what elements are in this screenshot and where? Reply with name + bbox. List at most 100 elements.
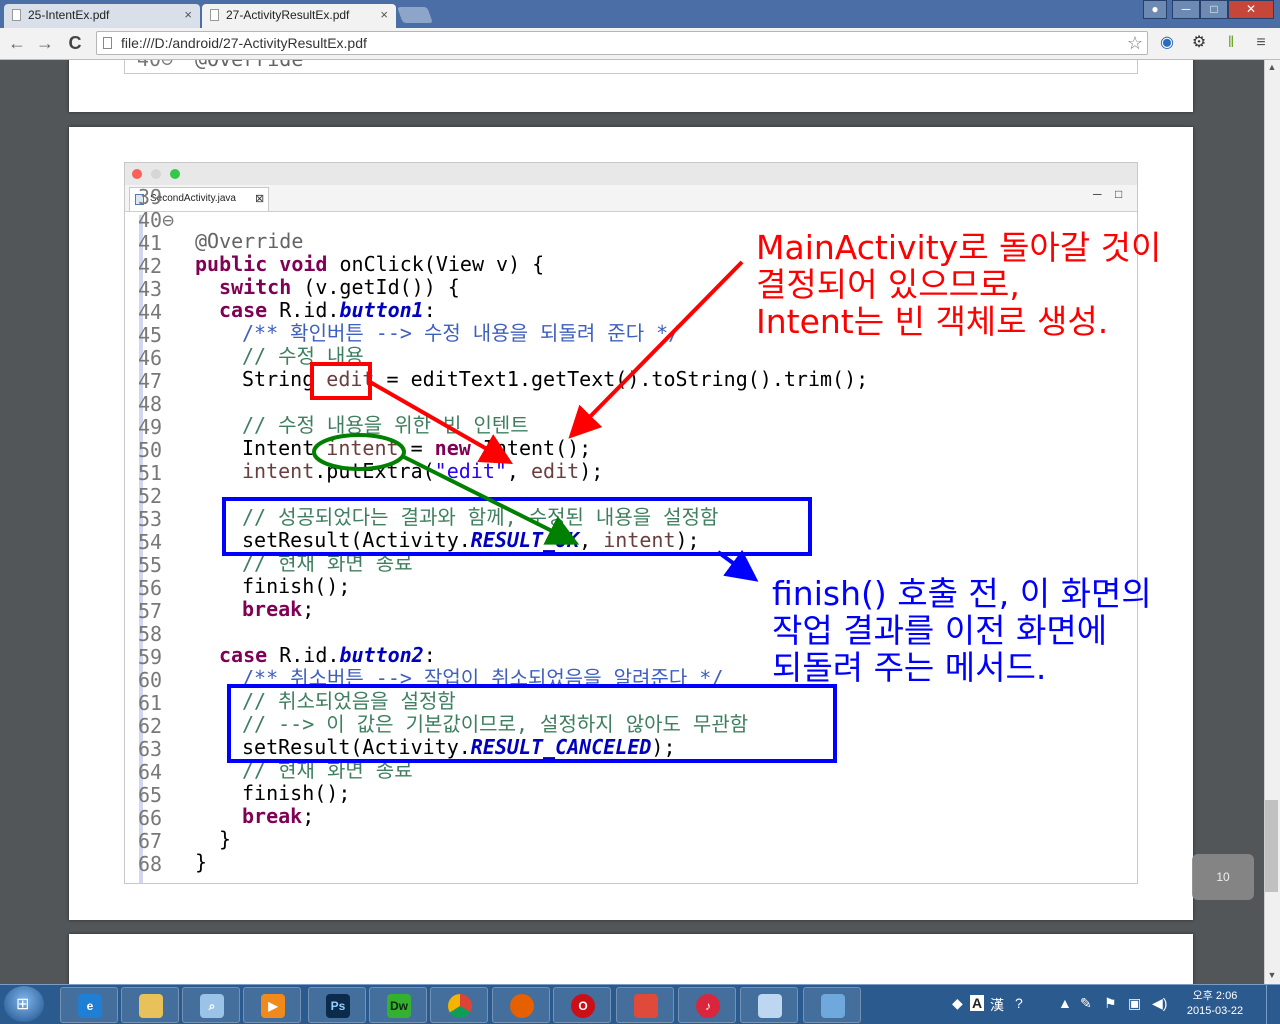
document-icon bbox=[210, 9, 219, 21]
new-tab-button[interactable] bbox=[397, 7, 433, 23]
notepad-icon bbox=[758, 994, 782, 1018]
volume-icon[interactable]: ◀) bbox=[1152, 995, 1167, 1012]
user-profile-icon[interactable]: ● bbox=[1143, 0, 1167, 19]
clock-time: 오후 2:06 bbox=[1192, 990, 1238, 1002]
code-line-44: /** 확인버튼 --> 수정 내용을 되돌려 준다 */ bbox=[242, 321, 681, 345]
code-line-63: // 현재 화면 종료 bbox=[242, 758, 413, 782]
code-line-58: case R.id.button2: bbox=[219, 643, 436, 667]
back-button[interactable]: ← bbox=[6, 32, 28, 54]
address-bar[interactable]: file:///D:/android/27-ActivityResultEx.p… bbox=[96, 31, 1148, 55]
taskbar-notepad[interactable] bbox=[740, 987, 798, 1023]
taskbar-chrome[interactable] bbox=[430, 987, 488, 1023]
scroll-up-arrow-icon[interactable]: ▲ bbox=[1266, 62, 1278, 72]
code-line-62: setResult(Activity.RESULT_CANCELED); bbox=[242, 735, 676, 759]
code-snippet-frame: 40⊖ @Override bbox=[124, 60, 1138, 74]
forward-button[interactable]: → bbox=[34, 32, 56, 54]
pdf-page-next bbox=[69, 934, 1193, 984]
red-annotation-note: MainActivity로 돌아갈 것이 결정되어 있으므로, Intent는 … bbox=[756, 228, 1162, 341]
code-line-64: finish(); bbox=[242, 781, 351, 805]
code-line-55: finish(); bbox=[242, 574, 351, 598]
close-window-button[interactable]: ✕ bbox=[1228, 0, 1274, 19]
tab-activityresultex[interactable]: 27-ActivityResultEx.pdf × bbox=[202, 4, 396, 28]
help-icon[interactable]: ? bbox=[1015, 995, 1023, 1011]
clock-date: 2015-03-22 bbox=[1186, 1005, 1244, 1017]
page-number-badge: 10 bbox=[1192, 854, 1254, 900]
scrollbar-thumb[interactable] bbox=[1265, 800, 1278, 892]
ime-mode-indicator[interactable]: A bbox=[970, 995, 985, 1011]
tab-label: 27-ActivityResultEx.pdf bbox=[226, 8, 350, 22]
blue-annotation-note: finish() 호출 전, 이 화면의 작업 결과를 이전 화면에 되돌려 주… bbox=[772, 574, 1152, 687]
pdf-page-previous: 40⊖ @Override bbox=[69, 60, 1193, 112]
menu-icon[interactable]: ≡ bbox=[1250, 32, 1272, 54]
url-text[interactable]: file:///D:/android/27-ActivityResultEx.p… bbox=[121, 32, 367, 54]
code-line-49: Intent intent = new Intent(); bbox=[242, 436, 592, 460]
code-line-48: // 수정 내용을 위한 빈 인텐트 bbox=[242, 413, 529, 437]
taskbar-photo-viewer[interactable] bbox=[803, 987, 861, 1023]
paint-icon bbox=[634, 994, 658, 1018]
line-number: 40⊖ bbox=[137, 60, 173, 71]
taskbar-itunes[interactable]: ♪ bbox=[678, 987, 736, 1023]
code-line-40: @Override bbox=[195, 229, 304, 253]
code-line-56: break; bbox=[242, 597, 315, 621]
opera-icon: O bbox=[571, 994, 595, 1018]
start-button[interactable]: ⊞ bbox=[4, 986, 44, 1022]
globe-icon[interactable]: ◉ bbox=[1156, 32, 1178, 54]
system-clock[interactable]: 오후 2:06 2015-03-22 bbox=[1180, 989, 1250, 1019]
maximize-button[interactable]: □ bbox=[1200, 0, 1228, 19]
close-icon[interactable]: × bbox=[184, 4, 192, 26]
show-desktop-button[interactable] bbox=[1266, 985, 1280, 1024]
code-line-46: String edit = editText1.getText().toStri… bbox=[242, 367, 869, 391]
browser-tab-strip: 25-IntentEx.pdf × 27-ActivityResultEx.pd… bbox=[0, 0, 1280, 28]
taskbar-media-player[interactable]: ▶ bbox=[243, 987, 301, 1023]
magnifier-icon: ⌕ bbox=[200, 994, 224, 1018]
language-bar-icon[interactable]: ◆ bbox=[952, 995, 963, 1012]
action-center-flag-icon[interactable]: ⚑ bbox=[1104, 995, 1117, 1012]
code-line-59: /** 취소버튼 --> 작업이 취소되었음을 알려준다 */ bbox=[242, 666, 724, 690]
media-player-icon: ▶ bbox=[261, 994, 285, 1018]
photoshop-icon: Ps bbox=[326, 994, 350, 1018]
code-line-43: case R.id.button1: bbox=[219, 298, 436, 322]
code-line-54: // 현재 화면 종료 bbox=[242, 551, 413, 575]
taskbar-dreamweaver[interactable]: Dw bbox=[369, 987, 427, 1023]
dreamweaver-icon: Dw bbox=[387, 994, 411, 1018]
code-line-66: } bbox=[219, 827, 232, 851]
tab-label: 25-IntentEx.pdf bbox=[28, 8, 110, 22]
windows-logo-icon: ⊞ bbox=[16, 996, 30, 1013]
browser-toolbar: ← → C file:///D:/android/27-ActivityResu… bbox=[0, 28, 1280, 60]
code-line-53: setResult(Activity.RESULT_OK, intent); bbox=[242, 528, 700, 552]
itunes-icon: ♪ bbox=[696, 994, 720, 1018]
taskbar-firefox[interactable] bbox=[492, 987, 550, 1023]
show-hidden-icons-icon[interactable]: ▲ bbox=[1058, 995, 1072, 1011]
minimize-button[interactable]: ─ bbox=[1172, 0, 1200, 19]
code-line-50: intent.putExtra("edit", edit); bbox=[242, 459, 604, 483]
taskbar-internet-explorer[interactable]: e bbox=[60, 987, 118, 1023]
taskbar-opera[interactable]: O bbox=[553, 987, 611, 1023]
code-line-67: } bbox=[195, 850, 208, 874]
chrome-icon bbox=[448, 994, 472, 1018]
taskbar-file-explorer[interactable] bbox=[121, 987, 179, 1023]
network-icon[interactable]: ▣ bbox=[1128, 995, 1141, 1012]
code-line: @Override bbox=[195, 60, 303, 71]
code-line-61: // --> 이 값은 기본값이므로, 설정하지 않아도 무관함 bbox=[242, 712, 749, 736]
scroll-down-arrow-icon[interactable]: ▼ bbox=[1266, 970, 1278, 980]
ime-hanja-indicator[interactable]: 漢 bbox=[990, 995, 1004, 1015]
code-line-52: // 성공되었다는 결과와 함께, 수정된 내용을 설정함 bbox=[242, 505, 719, 529]
pen-icon[interactable]: ✎ bbox=[1080, 995, 1092, 1012]
firefox-icon bbox=[510, 994, 534, 1018]
windows-taskbar: ⊞ e ⌕ ▶ Ps Dw O ♪ ◆ A 漢 ? ▲ ✎ ⚑ ▣ ◀) 오후 … bbox=[0, 984, 1280, 1024]
tab-intentex[interactable]: 25-IntentEx.pdf × bbox=[4, 4, 200, 28]
document-icon bbox=[12, 9, 21, 21]
taskbar-paint[interactable] bbox=[616, 987, 674, 1023]
gear-icon[interactable]: ⚙ bbox=[1188, 32, 1210, 54]
code-line-45: // 수정 내용 bbox=[242, 344, 364, 368]
code-line-65: break; bbox=[242, 804, 315, 828]
bookmark-star-icon[interactable]: ☆ bbox=[1127, 32, 1143, 54]
reload-button[interactable]: C bbox=[64, 32, 86, 54]
page-icon bbox=[103, 37, 112, 49]
ladder-extension-icon[interactable]: ‖ bbox=[1220, 32, 1242, 54]
photo-viewer-icon bbox=[821, 994, 845, 1018]
code-line-42: switch (v.getId()) { bbox=[219, 275, 460, 299]
taskbar-photoshop[interactable]: Ps bbox=[308, 987, 366, 1023]
taskbar-search-tool[interactable]: ⌕ bbox=[182, 987, 240, 1023]
close-icon[interactable]: × bbox=[380, 4, 388, 26]
